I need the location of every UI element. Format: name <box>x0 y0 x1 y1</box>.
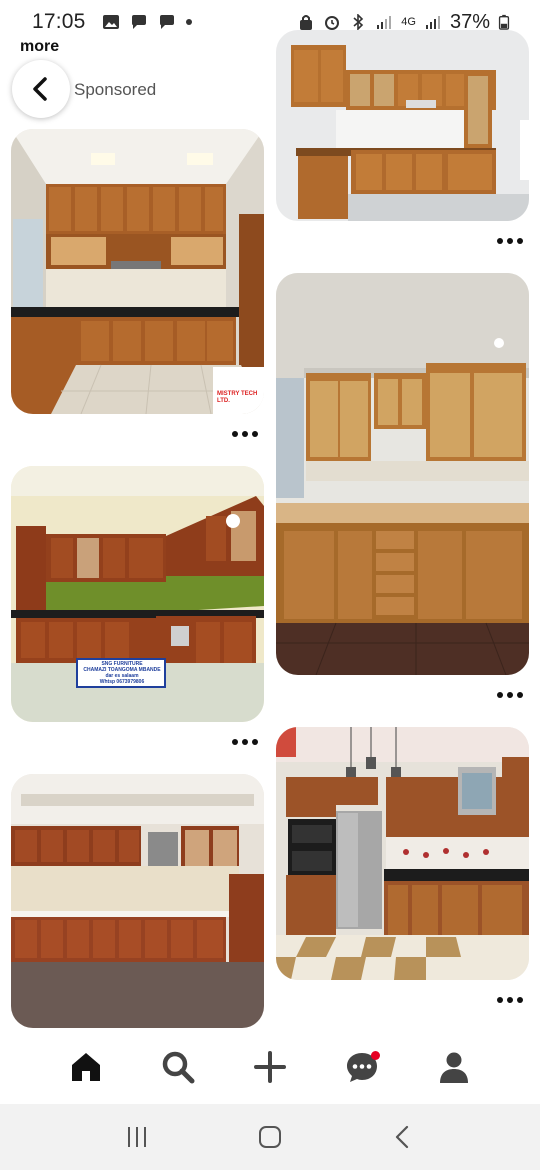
pin-image-kitchen-5[interactable] <box>276 273 529 675</box>
notification-badge <box>371 1051 380 1060</box>
chat-icon-2 <box>159 15 174 29</box>
dot <box>497 238 503 244</box>
home-button-icon <box>258 1126 281 1148</box>
back-button[interactable] <box>12 60 70 118</box>
nav-profile[interactable] <box>430 1043 478 1091</box>
search-icon <box>162 1051 195 1084</box>
pin-more-button[interactable] <box>495 234 525 248</box>
pin-image-kitchen-6[interactable] <box>276 727 529 980</box>
bottom-navigation <box>0 1030 540 1104</box>
pin-more-button[interactable] <box>230 427 260 441</box>
dot <box>242 431 248 437</box>
nav-messages[interactable] <box>338 1043 386 1091</box>
clock: 17:05 <box>32 10 86 33</box>
dot <box>507 238 513 244</box>
alarm-icon <box>325 16 340 30</box>
dot <box>232 431 238 437</box>
dot <box>507 692 513 698</box>
more-label[interactable]: more <box>20 38 59 56</box>
recent-apps-icon <box>127 1127 146 1147</box>
battery-icon <box>498 14 510 30</box>
profile-icon <box>440 1052 468 1083</box>
watermark-text: MISTRY TECH LTD. <box>217 391 258 404</box>
system-back-button[interactable] <box>383 1117 423 1157</box>
sponsored-label: Sponsored <box>74 80 157 99</box>
recent-apps-button[interactable] <box>117 1117 157 1157</box>
notification-dot <box>185 19 192 25</box>
pin-image-kitchen-1[interactable]: MISTRY TECH LTD. <box>11 129 264 414</box>
bluetooth-icon <box>353 14 364 30</box>
pin-more-button[interactable] <box>495 688 525 702</box>
nav-home[interactable] <box>62 1043 110 1091</box>
dot <box>252 739 258 745</box>
system-navigation-bar <box>0 1104 540 1170</box>
chat-icon <box>131 15 146 29</box>
sign-line: Whtsp 0673979806 <box>99 679 145 685</box>
pin-image-kitchen-4[interactable] <box>276 30 529 221</box>
pin-image-kitchen-3[interactable] <box>11 774 264 1028</box>
plus-icon <box>254 1051 286 1083</box>
dot <box>517 238 523 244</box>
dot <box>517 692 523 698</box>
dot <box>497 997 503 1003</box>
pin-more-button[interactable] <box>495 993 525 1007</box>
nav-create[interactable] <box>246 1043 294 1091</box>
chevron-left-icon <box>33 77 47 101</box>
nav-search[interactable] <box>154 1043 202 1091</box>
pin-more-button[interactable] <box>230 735 260 749</box>
back-nav-icon <box>396 1125 409 1149</box>
dot <box>507 997 513 1003</box>
dot <box>252 431 258 437</box>
signal-icon <box>377 16 392 29</box>
system-home-button[interactable] <box>250 1117 290 1157</box>
dot <box>517 997 523 1003</box>
dot <box>242 739 248 745</box>
dot <box>232 739 238 745</box>
home-icon <box>72 1053 100 1081</box>
pin-image-kitchen-2[interactable]: SNG FURNITURE CHAMAZI TOANGOMA MBANDE da… <box>11 466 264 722</box>
sign-text: SNG FURNITURE CHAMAZI TOANGOMA MBANDE da… <box>81 661 163 685</box>
lock-icon <box>300 15 313 30</box>
signal-icon-2 <box>425 16 440 29</box>
dot <box>497 692 503 698</box>
gallery-icon <box>102 15 119 29</box>
network-type: 4G <box>401 16 416 28</box>
